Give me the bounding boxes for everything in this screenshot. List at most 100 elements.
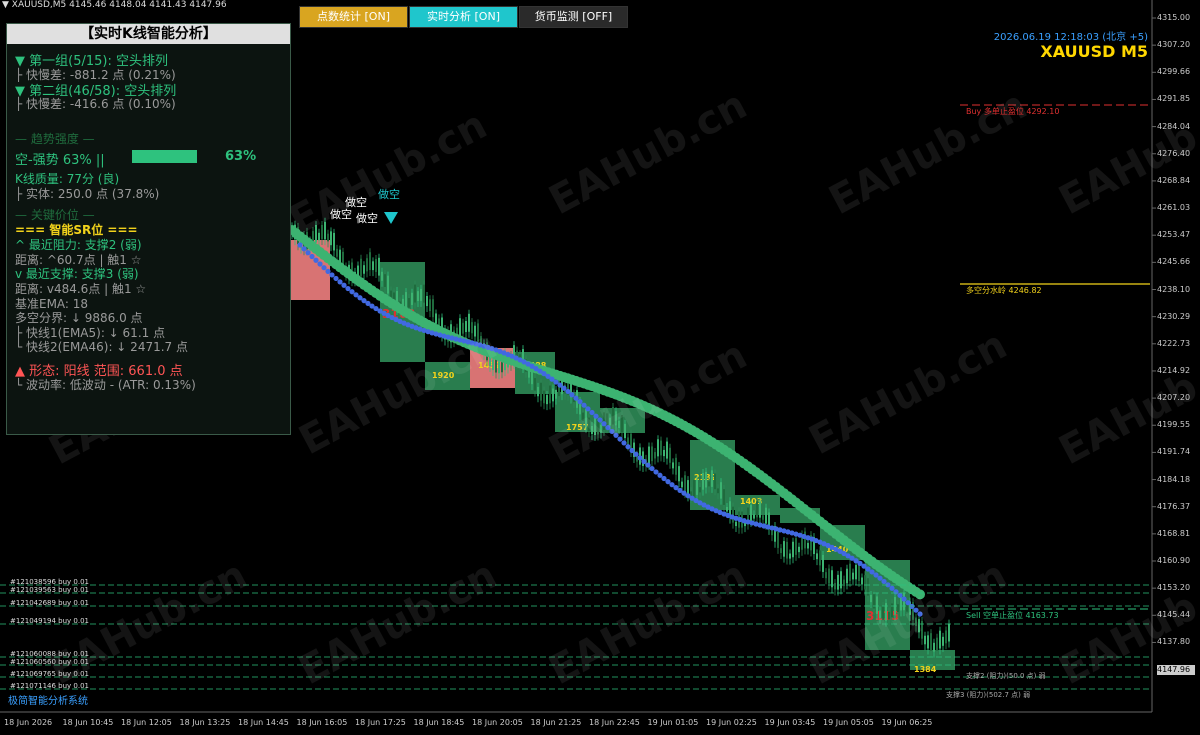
- time-axis-label: 18 Jun 16:05: [296, 718, 348, 727]
- candle-body: [549, 385, 551, 404]
- candle-body: [936, 637, 938, 651]
- group2-diff: ├ 快慢差: -416.6 点 (0.10%): [15, 97, 176, 111]
- candle-body: [381, 271, 383, 281]
- box-count-label: 1384: [914, 665, 937, 674]
- volatility: └ 波动率: 低波动 - (ATR: 0.13%): [15, 378, 196, 392]
- time-axis-label: 18 Jun 21:25: [530, 718, 582, 727]
- candle-body: [792, 541, 794, 558]
- ema-fast-dot: [625, 444, 631, 450]
- candle-body: [708, 481, 710, 487]
- candle-body: [696, 479, 698, 495]
- candle-body: [360, 258, 362, 277]
- candle-body: [750, 504, 752, 521]
- price-axis-label: 4137.80: [1157, 637, 1191, 647]
- time-axis-label: 18 Jun 10:45: [62, 718, 114, 727]
- time-axis-label: 19 Jun 01:05: [647, 718, 699, 727]
- time-axis-label: 18 Jun 22:45: [589, 718, 640, 727]
- candle-body: ├ 实体: 250.0 点 (37.8%): [15, 187, 160, 201]
- ema-fast-dot: [633, 451, 639, 457]
- points-stats-button[interactable]: 点数统计 [ON]: [299, 6, 408, 28]
- candle-body: [672, 462, 674, 469]
- price-axis-label: 4214.92: [1157, 365, 1191, 375]
- candle-body: [846, 568, 848, 584]
- ema-fast-dot: [565, 388, 571, 395]
- order-label: #121039563 buy 0.01: [10, 586, 90, 594]
- currency-monitor-button[interactable]: 货币监测 [OFF]: [519, 6, 628, 28]
- candle-body: [663, 449, 665, 457]
- candle-body: [705, 471, 707, 488]
- candle-body: [840, 571, 842, 589]
- price-axis-label: 4160.90: [1157, 556, 1191, 565]
- candle-body: [942, 636, 944, 646]
- candle-body: [429, 299, 431, 312]
- strength-bar: [132, 150, 197, 163]
- candle-body: [765, 507, 767, 524]
- candle-body: [654, 452, 656, 459]
- split-label: 多空分水岭 4246.82: [966, 286, 1042, 295]
- candle-body: [426, 295, 428, 307]
- candle-body: [687, 480, 689, 496]
- candle-body: [375, 259, 377, 272]
- candle-body: [756, 501, 758, 518]
- candle-body: [555, 389, 557, 399]
- ema-fast-dot: [897, 592, 903, 598]
- candle-body: [864, 575, 866, 590]
- candle-body: [726, 506, 728, 512]
- candle-body: [699, 487, 701, 493]
- order-label: #121060088 buy 0.01: [10, 650, 90, 658]
- ema-fast-dot: [893, 589, 899, 595]
- fast-line-2: └ 快线2(EMA46): ↓ 2471.7 点: [15, 340, 188, 354]
- candle-body: [945, 630, 947, 644]
- candle-body: [789, 553, 791, 559]
- candle-body: [336, 248, 338, 257]
- candle-body: [537, 386, 539, 397]
- candle-body: [714, 473, 716, 490]
- candle-body: [858, 563, 860, 582]
- price-axis-label: 4176.37: [1157, 501, 1191, 511]
- candle-body: [711, 470, 713, 487]
- time-axis-label: 18 Jun 13:25: [179, 718, 231, 727]
- ema-fast-dot: [577, 399, 583, 405]
- price-axis-label: 4207.20: [1157, 393, 1191, 403]
- realtime-analysis-button[interactable]: 实时分析 [ON]: [409, 6, 518, 28]
- candle-body: [843, 579, 845, 587]
- support2-label: 支撑2 (阻力)(50.0 点) 弱: [966, 672, 1046, 680]
- candle-body: [669, 447, 671, 463]
- current-price-label: 4147.96: [1157, 665, 1195, 675]
- price-axis-label: 4276.40: [1157, 148, 1191, 158]
- candle-body: [651, 446, 653, 462]
- ema-fast-dot: [321, 265, 327, 271]
- time-axis-label: 18 Jun 12:05: [121, 718, 172, 727]
- candle-body: [387, 275, 389, 294]
- candle-body: [408, 298, 410, 308]
- ema-fast-dot: [301, 246, 307, 252]
- candle-body: [378, 257, 380, 276]
- candle-body: [657, 439, 659, 457]
- candle-body: [660, 440, 662, 456]
- candle-body: [819, 550, 821, 566]
- time-axis-label: 18 Jun 2026: [4, 718, 53, 727]
- ema-fast-dot: [309, 253, 315, 260]
- ema-fast-dot: [573, 395, 579, 401]
- time-axis-label: 19 Jun 05:05: [823, 718, 874, 727]
- candle-body: [702, 473, 704, 490]
- candle-body: [816, 553, 818, 560]
- candle-body: [825, 572, 827, 579]
- candle-body: [852, 572, 854, 580]
- candle-body: [411, 292, 413, 305]
- time-axis-label: 19 Jun 02:25: [706, 718, 757, 727]
- candle-body: [543, 390, 545, 404]
- price-axis-label: 4222.73: [1157, 338, 1191, 348]
- candle-body: [435, 313, 437, 324]
- candle-body: [777, 531, 779, 548]
- candle-body: [735, 521, 737, 527]
- price-axis-label: 4268.84: [1157, 175, 1191, 185]
- ema-fast-dot: [329, 272, 335, 278]
- price-axis-label: 4199.55: [1157, 420, 1191, 430]
- candle-body: [384, 274, 386, 287]
- price-axis-label: 4238.10: [1157, 284, 1191, 294]
- candle-body: [333, 232, 335, 251]
- candle-body: [771, 530, 773, 536]
- price-axis-label: 4284.04: [1157, 121, 1191, 131]
- ema-fast-dot: [297, 242, 303, 248]
